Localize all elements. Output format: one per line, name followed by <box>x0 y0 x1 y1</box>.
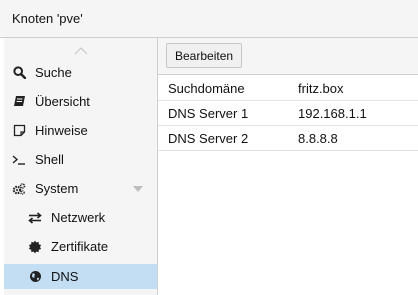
sidebar-item-system[interactable]: System <box>4 176 157 201</box>
sidebar-item-zertifikate[interactable]: Zertifikate <box>4 234 157 259</box>
sidebar-item-label: System <box>35 181 79 196</box>
row-name: Suchdomäne <box>168 80 245 96</box>
row-name: DNS Server 2 <box>168 130 249 146</box>
sidebar-item-hinweise[interactable]: Hinweise <box>4 118 157 143</box>
window-title: Knoten 'pve' <box>0 0 418 38</box>
sidebar: Suche Übersicht Hinweise Shell System Ne… <box>4 38 158 295</box>
sidebar-item-label: Übersicht <box>35 94 90 109</box>
edit-button[interactable]: Bearbeiten <box>166 43 243 68</box>
certificate-icon <box>28 240 42 254</box>
sidebar-item-label: Shell <box>35 152 64 167</box>
book-icon <box>12 95 26 109</box>
sidebar-item-label: Netzwerk <box>51 210 106 225</box>
sidebar-item-suche[interactable]: Suche <box>4 60 157 85</box>
search-icon <box>12 66 26 80</box>
note-icon <box>12 124 26 138</box>
sidebar-item-label: Suche <box>35 65 72 80</box>
dns-grid: Suchdomäne fritz.box DNS Server 1 192.16… <box>158 76 418 151</box>
table-row[interactable]: DNS Server 2 8.8.8.8 <box>158 126 418 151</box>
terminal-icon <box>12 153 26 167</box>
globe-icon <box>28 270 42 284</box>
toolbar: Bearbeiten <box>158 38 418 75</box>
gears-icon <box>12 182 26 196</box>
row-value: 8.8.8.8 <box>298 130 338 146</box>
sidebar-item-dns[interactable]: DNS <box>4 264 157 289</box>
sidebar-item-label: DNS <box>51 269 79 284</box>
row-name: DNS Server 1 <box>168 105 249 121</box>
exchange-icon <box>28 211 42 225</box>
table-row[interactable]: Suchdomäne fritz.box <box>158 76 418 101</box>
chevron-down-icon[interactable] <box>133 186 143 192</box>
row-value: 192.168.1.1 <box>298 105 367 121</box>
sidebar-item-label: Hinweise <box>35 123 88 138</box>
sidebar-item-uebersicht[interactable]: Übersicht <box>4 89 157 114</box>
main-content: Bearbeiten Suchdomäne fritz.box DNS Serv… <box>158 38 418 295</box>
table-row[interactable]: DNS Server 1 192.168.1.1 <box>158 101 418 126</box>
sidebar-item-netzwerk[interactable]: Netzwerk <box>4 205 157 230</box>
sidebar-item-shell[interactable]: Shell <box>4 147 157 172</box>
row-value: fritz.box <box>298 80 344 96</box>
sidebar-item-label: Zertifikate <box>51 239 109 254</box>
scroll-up-icon[interactable] <box>74 45 88 55</box>
